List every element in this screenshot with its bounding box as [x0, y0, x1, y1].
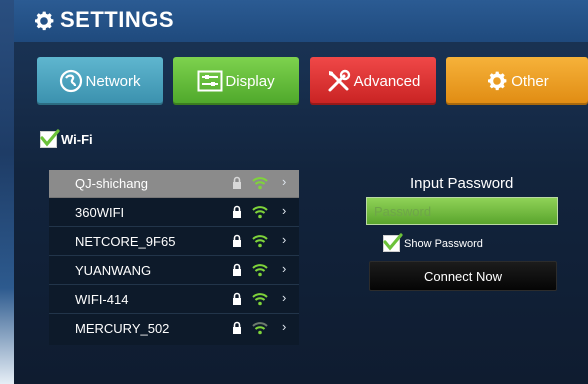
lock-icon: [233, 205, 241, 218]
network-name: WIFI-414: [75, 292, 129, 307]
network-item[interactable]: YUANWANG ›: [49, 257, 299, 285]
network-item[interactable]: QJ-shichang ›: [49, 170, 299, 198]
checkmark-icon: [383, 233, 403, 251]
wifi-signal-icon: [252, 235, 268, 248]
lock-icon: [233, 321, 241, 334]
tab-other-label: Other: [511, 72, 549, 90]
network-name: 360WIFI: [75, 205, 125, 220]
lock-icon: [233, 292, 241, 305]
show-password-checkbox[interactable]: [383, 233, 403, 252]
chevron-right-icon: ›: [282, 261, 287, 276]
tab-advanced[interactable]: Advanced: [310, 57, 436, 105]
tab-network[interactable]: Network: [37, 57, 163, 105]
network-item[interactable]: NETCORE_9F65 ›: [49, 228, 299, 256]
show-password-label: Show Password: [404, 237, 483, 250]
lock-icon: [233, 234, 241, 247]
wifi-signal-icon: [252, 206, 268, 219]
password-title: Input Password: [410, 175, 514, 192]
tab-other[interactable]: Other: [446, 57, 588, 105]
tab-advanced-label: Advanced: [353, 72, 421, 90]
wifi-signal-icon: [252, 322, 268, 335]
network-name: YUANWANG: [75, 263, 152, 278]
globe-icon: [60, 69, 83, 93]
tab-display-label: Display: [225, 72, 275, 90]
lock-icon: [233, 263, 241, 276]
network-item[interactable]: 360WIFI ›: [49, 199, 299, 227]
wifi-signal-icon: [252, 264, 268, 277]
chevron-right-icon: ›: [282, 203, 287, 218]
connect-now-button[interactable]: Connect Now: [369, 261, 557, 291]
password-placeholder: Password: [374, 204, 432, 219]
wifi-toggle[interactable]: Wi-Fi: [40, 129, 93, 148]
gear-icon: [35, 11, 54, 31]
tab-display[interactable]: Display: [173, 57, 299, 105]
tools-icon: [328, 69, 350, 92]
connect-now-label: Connect Now: [423, 268, 503, 284]
network-item[interactable]: MERCURY_502 ›: [49, 315, 299, 342]
chevron-right-icon: ›: [282, 232, 287, 247]
wifi-checkbox[interactable]: [40, 129, 60, 148]
network-item[interactable]: WIFI-414 ›: [49, 286, 299, 314]
gear-icon: [488, 71, 507, 91]
password-input[interactable]: Password: [366, 197, 558, 225]
network-name: MERCURY_502: [75, 321, 170, 336]
chevron-right-icon: ›: [282, 319, 287, 334]
wifi-signal-icon: [252, 177, 268, 190]
chevron-right-icon: ›: [282, 174, 287, 189]
display-settings-icon: [197, 70, 223, 92]
network-name: QJ-shichang: [75, 176, 148, 191]
lock-icon: [233, 176, 241, 189]
chevron-right-icon: ›: [282, 290, 287, 305]
show-password-toggle[interactable]: Show Password: [383, 233, 483, 252]
tab-network-label: Network: [85, 72, 141, 90]
page-title: SETTINGS: [60, 7, 175, 32]
checkmark-icon: [40, 129, 60, 147]
settings-screen: SETTINGS Network Display Advanced Other …: [0, 0, 588, 384]
network-name: NETCORE_9F65: [75, 234, 176, 249]
network-list: QJ-shichang › 360WIFI › NETCORE_9F65 › Y…: [49, 170, 299, 345]
wifi-signal-icon: [252, 293, 268, 306]
wifi-label: Wi-Fi: [61, 132, 93, 147]
